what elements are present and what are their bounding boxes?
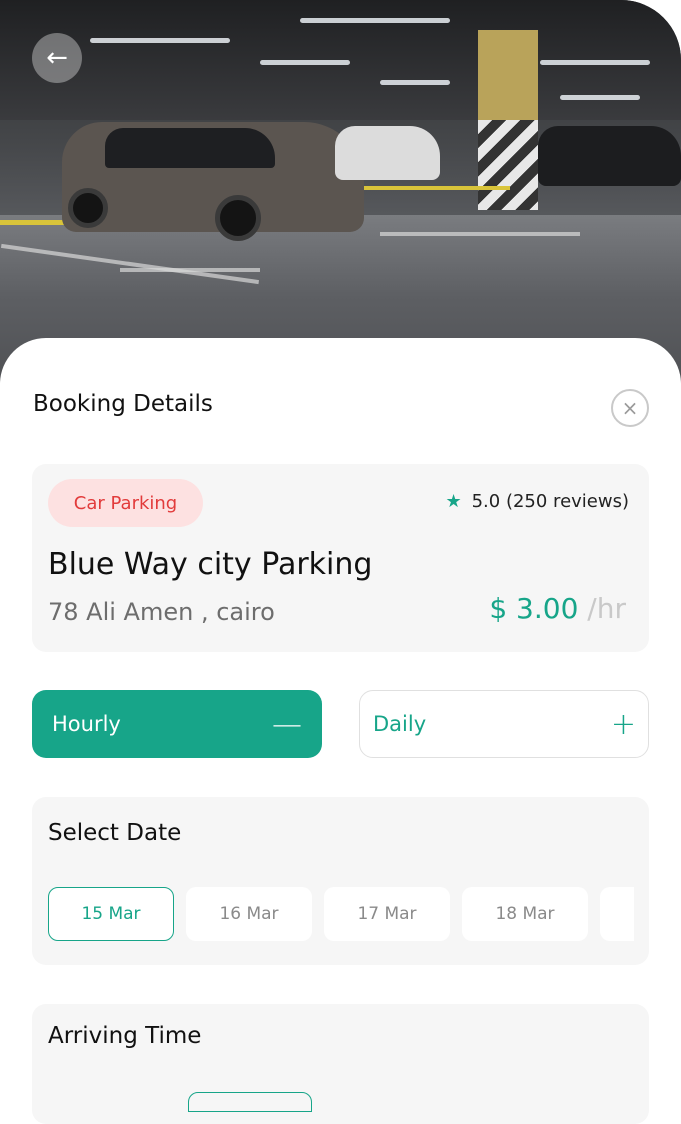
price-unit: /hr [587, 592, 626, 625]
arriving-time-title: Arriving Time [48, 1023, 202, 1049]
daily-label: Daily [373, 712, 427, 736]
arriving-time-card [32, 1004, 649, 1124]
rating-text: 5.0 (250 reviews) [471, 491, 629, 512]
time-chip-selected[interactable] [188, 1092, 312, 1112]
back-button[interactable]: ← [32, 33, 82, 83]
hourly-label: Hourly [52, 712, 121, 736]
date-chip-selected[interactable]: 15 Mar [48, 887, 174, 941]
minus-icon: — [272, 706, 302, 742]
sheet-title: Booking Details [33, 391, 213, 417]
close-button[interactable]: × [611, 389, 649, 427]
date-list: 15 Mar 16 Mar 17 Mar 18 Mar 19 Mar [48, 887, 634, 941]
rating: ★ 5.0 (250 reviews) [445, 491, 629, 512]
date-chip[interactable]: 18 Mar [462, 887, 588, 941]
plus-icon: + [610, 706, 636, 742]
price: $ 3.00 /hr [489, 592, 626, 625]
close-icon: × [621, 396, 639, 420]
daily-option[interactable]: Daily + [359, 690, 649, 758]
category-badge: Car Parking [48, 479, 203, 527]
date-chip[interactable]: 16 Mar [186, 887, 312, 941]
date-chip[interactable]: 17 Mar [324, 887, 450, 941]
select-date-title: Select Date [48, 820, 182, 846]
parking-name: Blue Way city Parking [48, 547, 373, 582]
price-amount: $ 3.00 [489, 592, 579, 625]
arrow-left-icon: ← [46, 43, 68, 73]
hourly-option[interactable]: Hourly — [32, 690, 322, 758]
parking-address: 78 Ali Amen , cairo [48, 598, 275, 626]
date-chip[interactable]: 19 Mar [600, 887, 634, 941]
star-icon: ★ [445, 491, 462, 512]
